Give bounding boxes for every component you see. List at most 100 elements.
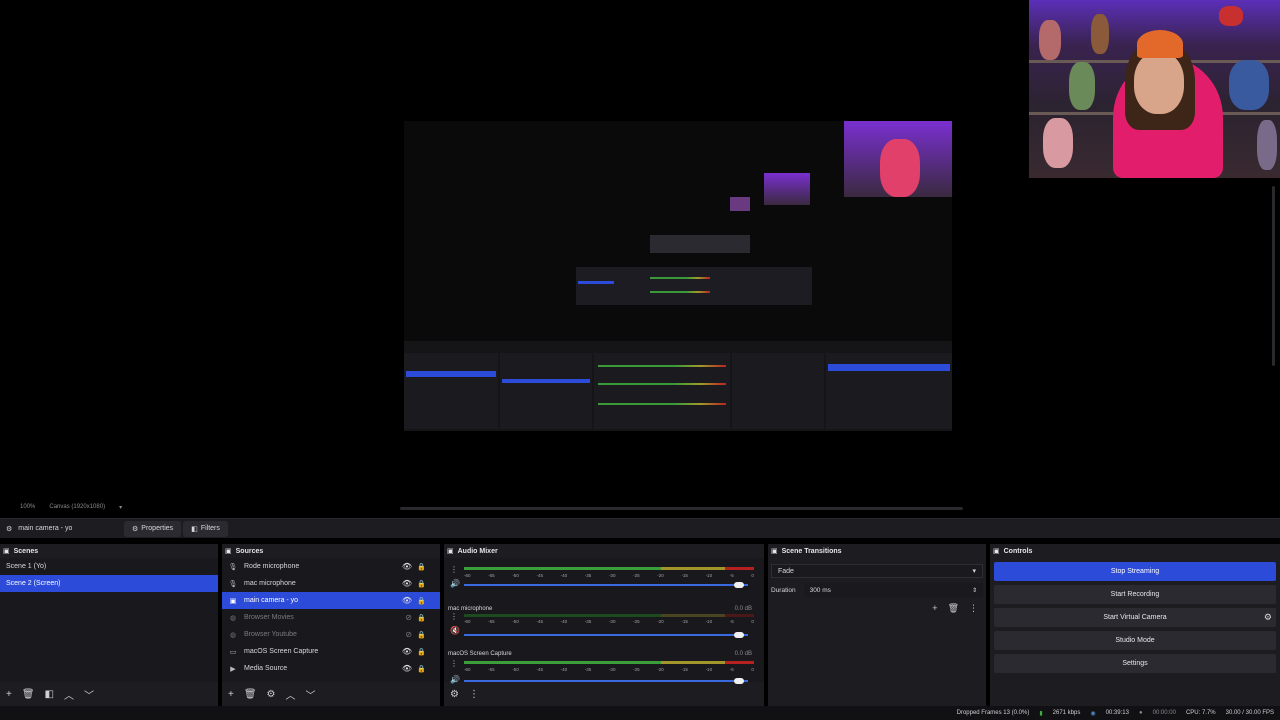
meter-tick-label: -35 — [584, 573, 592, 578]
filters-button[interactable]: ◧ Filters — [183, 520, 228, 537]
meter-tick-label: -60 — [464, 573, 471, 578]
volume-slider-knob[interactable] — [734, 632, 745, 638]
source-context-bar: ⚙ main camera - yo ⚙ Properties ◧ Filter… — [0, 518, 1280, 538]
scene-transitions-dock: ▣ Scene Transitions Fade ▾ Duration 300 … — [768, 544, 986, 706]
meter-tick-label: -60 — [464, 619, 471, 624]
start-recording-button[interactable]: Start Recording — [994, 585, 1276, 604]
meter-ticks: -60 -55 -50 -45 -40 -35 -30 -25 -20 -15 -10 -5 0 — [464, 667, 754, 672]
transition-select[interactable]: Fade ▾ — [771, 564, 983, 578]
spinner-icon[interactable]: ⇕ — [972, 587, 977, 594]
more-vertical-icon[interactable]: ⋮ — [969, 603, 978, 614]
program-preview[interactable] — [0, 0, 1280, 500]
start-virtual-camera-button[interactable]: Start Virtual Camera ⚙ — [994, 608, 1276, 627]
volume-meter — [464, 567, 754, 570]
speaker-icon[interactable]: 🔊 — [450, 579, 460, 588]
eye-icon[interactable]: 👁 — [402, 647, 412, 656]
volume-slider[interactable] — [464, 584, 748, 586]
lock-icon[interactable]: 🔒 — [417, 665, 426, 673]
nested-preview-capture — [404, 121, 952, 431]
stream-icon: ◉ — [1090, 710, 1096, 717]
meter-tick-label: -20 — [657, 667, 664, 672]
more-vertical-icon[interactable]: ⋮ — [450, 612, 458, 621]
filter-icon[interactable]: ◧ — [45, 689, 54, 700]
studio-mode-label: Studio Mode — [1115, 637, 1155, 644]
trash-icon[interactable]: 🗑 — [22, 689, 35, 700]
stop-streaming-button[interactable]: Stop Streaming — [994, 562, 1276, 581]
fps: 30.00 / 30.00 FPS — [1225, 710, 1274, 716]
speaker-muted-icon[interactable]: 🔇 — [450, 626, 460, 635]
sources-icon: ▣ — [225, 548, 232, 555]
eye-icon[interactable]: 👁 — [402, 596, 412, 605]
scene-label: Scene 1 (Yo) — [6, 563, 47, 570]
settings-button[interactable]: Settings — [994, 654, 1276, 673]
source-item[interactable]: ◍ Browser Movies ⊘ 🔒 — [222, 609, 440, 626]
eye-off-icon[interactable]: ⊘ — [405, 613, 412, 622]
arrow-down-icon[interactable]: ﹀ — [306, 687, 316, 702]
zoom-level[interactable]: 100% — [20, 504, 35, 510]
add-icon[interactable]: + — [932, 603, 937, 614]
volume-slider-knob[interactable] — [734, 582, 745, 588]
controls-title-bar: ▣ Controls — [990, 544, 1280, 558]
arrow-down-icon[interactable]: ﹀ — [84, 687, 94, 702]
canvas-size[interactable]: Canvas (1920x1080) — [49, 504, 105, 510]
meter-tick-label: 0 — [751, 667, 754, 672]
source-item[interactable]: ◍ Browser Youtube ⊘ 🔒 — [222, 626, 440, 643]
lock-icon[interactable]: 🔒 — [417, 648, 426, 656]
lock-icon[interactable]: 🔒 — [417, 597, 426, 605]
source-list: 🎙 Rode microphone 👁 🔒 🎙 mac microphone 👁… — [222, 558, 440, 682]
eye-icon[interactable]: 👁 — [402, 579, 412, 588]
source-item-selected[interactable]: ▣ main camera - yo 👁 🔒 — [222, 592, 440, 609]
status-bar: Dropped Frames 13 (0.0%) ▮ 2671 kbps ◉ 0… — [0, 706, 1280, 720]
lock-icon[interactable]: 🔒 — [417, 563, 426, 571]
meter-ticks: -60 -55 -50 -45 -40 -35 -30 -25 -20 -15 -10 -5 0 — [464, 573, 754, 578]
source-item[interactable]: 🎙 Rode microphone 👁 🔒 — [222, 558, 440, 575]
eye-icon[interactable]: 👁 — [402, 664, 412, 673]
more-vertical-icon[interactable]: ⋮ — [450, 565, 458, 574]
preview-horizontal-scrollbar[interactable] — [400, 507, 963, 510]
trash-icon[interactable]: 🗑 — [948, 603, 959, 614]
eye-icon[interactable]: 👁 — [402, 562, 412, 571]
meter-tick-label: -45 — [536, 619, 543, 624]
meter-tick-label: -30 — [608, 573, 616, 578]
trash-icon[interactable]: 🗑 — [244, 689, 257, 700]
scene-item-selected[interactable]: Scene 2 (Screen) — [0, 575, 218, 592]
add-icon[interactable]: + — [6, 689, 12, 700]
source-item[interactable]: ▶ Media Source 👁 🔒 — [222, 660, 440, 677]
settings-label: Settings — [1122, 660, 1148, 667]
transition-actions: + 🗑 ⋮ — [768, 603, 986, 614]
meter-tick-label: -10 — [705, 573, 713, 578]
gear-icon[interactable]: ⚙ — [267, 689, 276, 700]
gear-icon[interactable]: ⚙ — [450, 689, 459, 700]
mixer-icon: ▣ — [447, 548, 454, 555]
duration-field[interactable]: 300 ms ⇕ — [803, 583, 983, 597]
chevron-down-icon[interactable]: ▾ — [119, 504, 122, 511]
lock-icon[interactable]: 🔒 — [417, 614, 426, 622]
lock-icon[interactable]: 🔒 — [417, 631, 426, 639]
meter-tick-label: -30 — [608, 667, 616, 672]
arrow-up-icon[interactable]: ︿ — [286, 687, 296, 702]
sources-title: Sources — [235, 547, 264, 555]
volume-slider[interactable] — [464, 634, 748, 636]
meter-tick-label: -15 — [681, 667, 688, 672]
scene-item[interactable]: Scene 1 (Yo) — [0, 558, 218, 575]
lock-icon[interactable]: 🔒 — [417, 580, 426, 588]
more-vertical-icon[interactable]: ⋮ — [450, 659, 458, 668]
arrow-up-icon[interactable]: ︿ — [64, 687, 74, 702]
meter-tick-label: 0 — [751, 619, 754, 624]
meter-tick-label: -50 — [512, 667, 519, 672]
gear-icon[interactable]: ⚙ — [1264, 612, 1272, 623]
more-vertical-icon[interactable]: ⋮ — [469, 689, 479, 700]
preview-vertical-scrollbar[interactable] — [1272, 186, 1275, 366]
properties-button[interactable]: ⚙ Properties — [124, 520, 182, 537]
current-source: ⚙ main camera - yo — [0, 525, 124, 533]
studio-mode-button[interactable]: Studio Mode — [994, 631, 1276, 650]
current-source-label: main camera - yo — [18, 525, 73, 532]
volume-meter — [464, 614, 754, 617]
eye-off-icon[interactable]: ⊘ — [405, 630, 412, 639]
meter-tick-label: -25 — [633, 573, 640, 578]
add-icon[interactable]: + — [228, 689, 234, 700]
source-item[interactable]: ▭ macOS Screen Capture 👁 🔒 — [222, 643, 440, 660]
meter-tick-label: -5 — [729, 667, 734, 672]
source-item[interactable]: 🎙 mac microphone 👁 🔒 — [222, 575, 440, 592]
start-virtual-camera-label: Start Virtual Camera — [1103, 614, 1167, 621]
